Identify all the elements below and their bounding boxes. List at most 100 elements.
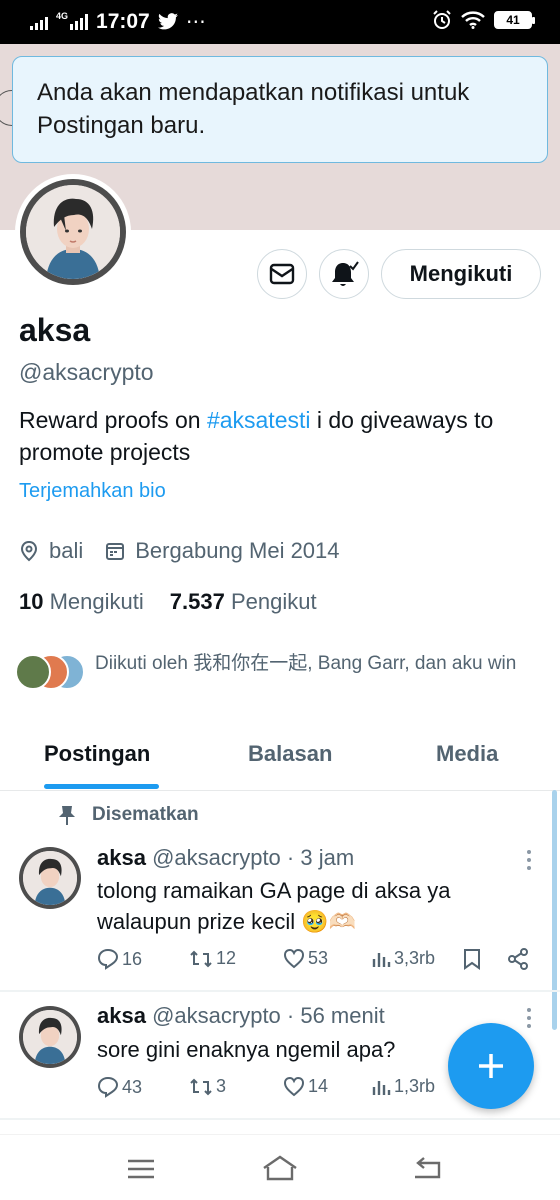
follower-avatar [15,654,51,690]
menu-icon[interactable] [126,1158,156,1180]
bio-text-start: Reward proofs on [19,407,207,433]
tab-replies[interactable]: Balasan [248,741,332,767]
avatar-illustration [26,185,120,279]
following-label: Mengikuti [49,589,144,614]
post-text[interactable]: tolong ramaikan GA page di aksa ya walau… [97,875,517,937]
reply-icon [97,1076,119,1098]
views-button[interactable]: 3,3rb [371,948,435,969]
like-button[interactable]: 53 [283,948,328,969]
post-actions: 16 12 53 3,3rb [97,948,537,978]
post-more-button[interactable] [522,1008,536,1028]
reply-count: 16 [122,948,143,969]
post-author-name: aksa [97,845,146,870]
post-avatar[interactable] [19,1006,81,1068]
bio-hashtag[interactable]: #aksatesti [207,407,311,433]
alarm-icon [433,10,451,29]
views-count: 1,3rb [394,1076,436,1096]
home-icon[interactable] [261,1154,299,1182]
views-count: 3,3rb [394,948,436,968]
translate-bio-link[interactable]: Terjemahkan bio [19,480,166,503]
post-divider [0,1118,560,1120]
overflow-dots: ⋯ [185,11,207,33]
heart-icon [283,1076,305,1096]
profile-meta: bali Bergabung Mei 2014 [19,538,362,564]
pin-icon [59,806,75,825]
views-icon [372,1080,391,1095]
repost-button[interactable]: 3 [189,1076,226,1097]
like-button[interactable]: 14 [283,1076,328,1097]
followed-by-row[interactable]: Diikuti oleh 我和你在一起, Bang Garr, dan aku … [15,650,545,690]
pinned-label-row: Disematkan [58,804,199,826]
profile-tabs: Postingan Balasan Media [0,720,560,791]
location-text: bali [49,538,84,563]
bookmark-icon [464,949,480,970]
profile-avatar[interactable] [15,174,131,290]
followers-count-link[interactable]: 7.537 Pengikut [170,589,317,615]
notification-toast: Anda akan mendapatkan notifikasi untuk P… [12,56,548,163]
notifications-button[interactable] [319,249,369,299]
scroll-indicator [552,790,557,1030]
post-header[interactable]: aksa @aksacrypto · 56 menit [97,1003,385,1029]
follow-counts: 10 Mengikuti 7.537 Pengikut [19,589,317,615]
bookmark-button[interactable] [463,948,481,970]
signal-icon [30,14,48,30]
like-count: 53 [308,948,329,968]
signal-icon-2 [70,13,89,30]
following-button[interactable]: Mengikuti [381,249,541,299]
post-more-button[interactable] [522,850,536,870]
following-count-link[interactable]: 10 Mengikuti [19,589,144,615]
views-button[interactable]: 1,3rb [371,1076,435,1097]
pinned-label: Disematkan [92,804,199,825]
tab-posts[interactable]: Postingan [44,741,150,767]
twitter-bird-icon [157,13,178,30]
plus-icon [479,1054,503,1078]
profile-handle: @aksacrypto [19,359,154,385]
profile-name: aksa [19,312,91,348]
views-icon [372,952,391,967]
avatar-illustration [23,1010,77,1064]
battery-icon: 41 [494,11,535,29]
battery-level: 41 [506,13,520,27]
followers-label: Pengikut [230,589,317,614]
share-button[interactable] [507,948,529,970]
repost-button[interactable]: 12 [189,948,236,969]
joined-date: Bergabung Mei 2014 [135,538,340,563]
system-nav-bar [0,1134,560,1200]
post-author-name: aksa [97,1003,146,1028]
heart-icon [283,948,305,968]
repost-count: 12 [216,948,237,968]
toast-message: Anda akan mendapatkan notifikasi untuk P… [37,79,470,139]
compose-post-button[interactable] [448,1023,534,1109]
share-icon [508,948,528,970]
reply-button[interactable]: 43 [97,1076,142,1098]
network-type: 4G [56,10,69,21]
active-tab-indicator [44,784,159,789]
follower-avatars [15,650,91,690]
clock: 17:07 [96,9,150,33]
envelope-icon [269,263,295,285]
tab-media[interactable]: Media [436,741,498,767]
post-avatar[interactable] [19,847,81,909]
following-count: 10 [19,589,44,614]
like-count: 14 [308,1076,329,1096]
post-header[interactable]: aksa @aksacrypto · 3 jam [97,845,354,871]
calendar-icon [106,543,125,560]
followers-count: 7.537 [169,589,225,614]
message-button[interactable] [257,249,307,299]
post-meta: @aksacrypto · 56 menit [152,1003,385,1028]
reply-button[interactable]: 16 [97,948,142,970]
location-pin-icon [20,540,38,562]
repost-icon [190,1078,212,1095]
reply-count: 43 [122,1076,143,1097]
followed-by-text: Diikuti oleh 我和你在一起, Bang Garr, dan aku … [95,653,517,674]
avatar-illustration [23,851,77,905]
back-icon[interactable] [412,1156,442,1180]
repost-count: 3 [216,1076,227,1096]
bell-check-icon [332,261,359,286]
reply-icon [97,948,119,970]
repost-icon [190,950,212,967]
post-meta: @aksacrypto · 3 jam [152,845,355,870]
profile-bio: Reward proofs on #aksatesti i do giveawa… [19,404,539,468]
post-divider [0,990,560,992]
status-bar: 4G 17:07 ⋯ 41 [0,0,560,44]
